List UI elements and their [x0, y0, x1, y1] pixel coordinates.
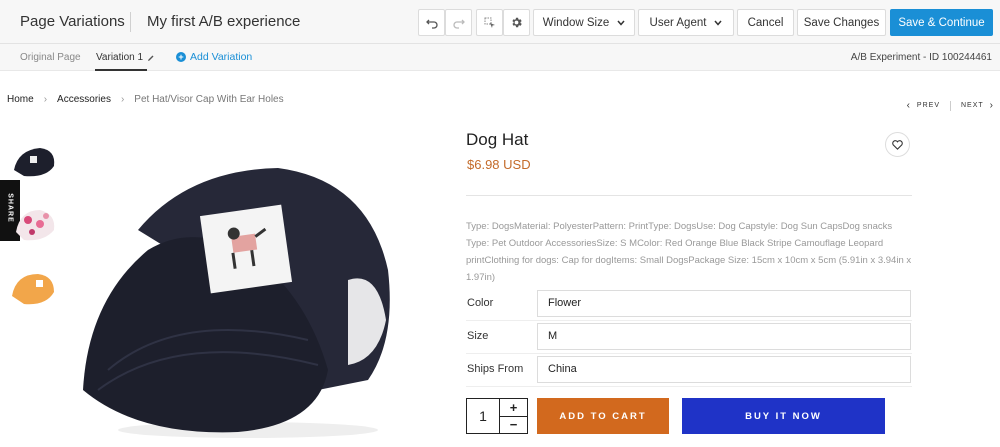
option-divider: [466, 320, 912, 321]
product-description: Type: DogsMaterial: PolyesterPattern: Pr…: [466, 221, 912, 283]
window-size-dropdown[interactable]: Window Size: [533, 9, 635, 36]
editor-toolbar: Page Variations My first A/B experience …: [0, 0, 1000, 44]
product-price: $6.98 USD: [467, 157, 531, 172]
redo-button[interactable]: [445, 9, 472, 36]
editor-title: Page Variations: [20, 13, 125, 30]
heart-icon: [892, 139, 903, 150]
redo-icon: [452, 19, 465, 29]
ships-from-select[interactable]: China: [537, 356, 911, 383]
chevron-right-icon: ›: [120, 94, 125, 105]
tab-original-page[interactable]: Original Page: [20, 52, 81, 63]
prev-link[interactable]: PREV: [917, 102, 940, 109]
breadcrumb-current: Pet Hat/Visor Cap With Ear Holes: [134, 94, 284, 105]
tab-variation-1[interactable]: Variation 1: [96, 52, 155, 63]
chevron-right-icon: ›: [989, 100, 994, 111]
save-continue-button[interactable]: Save & Continue: [890, 9, 993, 36]
undo-button[interactable]: [418, 9, 445, 36]
active-tab-indicator: [95, 69, 147, 71]
option-label-color: Color: [467, 297, 494, 309]
experience-name: My first A/B experience: [147, 13, 301, 30]
thumbnail-black-hat[interactable]: [10, 140, 58, 184]
select-element-button[interactable]: [476, 9, 503, 36]
chevron-down-icon: [617, 20, 625, 26]
divider: [466, 195, 912, 196]
option-divider: [466, 386, 912, 387]
select-element-icon: [484, 17, 495, 28]
title-divider: [130, 12, 131, 32]
variation-label: Variation 1: [96, 52, 144, 63]
pager-divider: [949, 100, 951, 111]
breadcrumb: Home › Accessories › Pet Hat/Visor Cap W…: [7, 94, 284, 105]
option-label-size: Size: [467, 330, 489, 342]
variation-bar: Original Page Variation 1 + Add Variatio…: [0, 44, 1000, 71]
quantity-input[interactable]: 1: [467, 399, 499, 433]
add-variation-button[interactable]: + Add Variation: [176, 51, 252, 63]
quantity-stepper: 1 + −: [466, 398, 528, 434]
buy-now-button[interactable]: BUY IT NOW: [682, 398, 885, 434]
window-size-label: Window Size: [542, 16, 610, 29]
option-label-ships-from: Ships From: [467, 363, 524, 375]
thumbnail-flower-hat[interactable]: [10, 202, 58, 246]
chevron-left-icon: ‹: [906, 100, 911, 111]
experiment-id: A/B Experiment - ID 100244461: [850, 52, 992, 63]
user-agent-dropdown[interactable]: User Agent: [638, 9, 734, 36]
chevron-right-icon: ›: [43, 94, 48, 105]
plus-circle-icon: +: [176, 52, 186, 62]
cancel-button[interactable]: Cancel: [737, 9, 794, 36]
product-pager: ‹ PREV NEXT ›: [907, 100, 994, 111]
wishlist-button[interactable]: [885, 132, 910, 157]
breadcrumb-home[interactable]: Home: [7, 94, 34, 105]
chevron-down-icon: [714, 20, 723, 26]
option-divider: [466, 353, 912, 354]
pencil-icon[interactable]: [147, 54, 155, 62]
size-select[interactable]: M: [537, 323, 911, 350]
thumbnail-orange-hat[interactable]: [10, 266, 58, 310]
user-agent-label: User Agent: [649, 16, 707, 29]
settings-button[interactable]: [503, 9, 530, 36]
decrement-button[interactable]: −: [500, 416, 527, 433]
undo-icon: [425, 19, 438, 29]
add-to-cart-button[interactable]: ADD TO CART: [537, 398, 669, 434]
product-title: Dog Hat: [466, 130, 529, 149]
product-image: [78, 140, 418, 440]
add-variation-label: Add Variation: [190, 51, 253, 63]
breadcrumb-category[interactable]: Accessories: [57, 94, 111, 105]
increment-button[interactable]: +: [500, 399, 527, 416]
next-link[interactable]: NEXT: [961, 102, 984, 109]
gear-icon: [512, 17, 522, 28]
save-changes-button[interactable]: Save Changes: [797, 9, 886, 36]
color-select[interactable]: Flower: [537, 290, 911, 317]
